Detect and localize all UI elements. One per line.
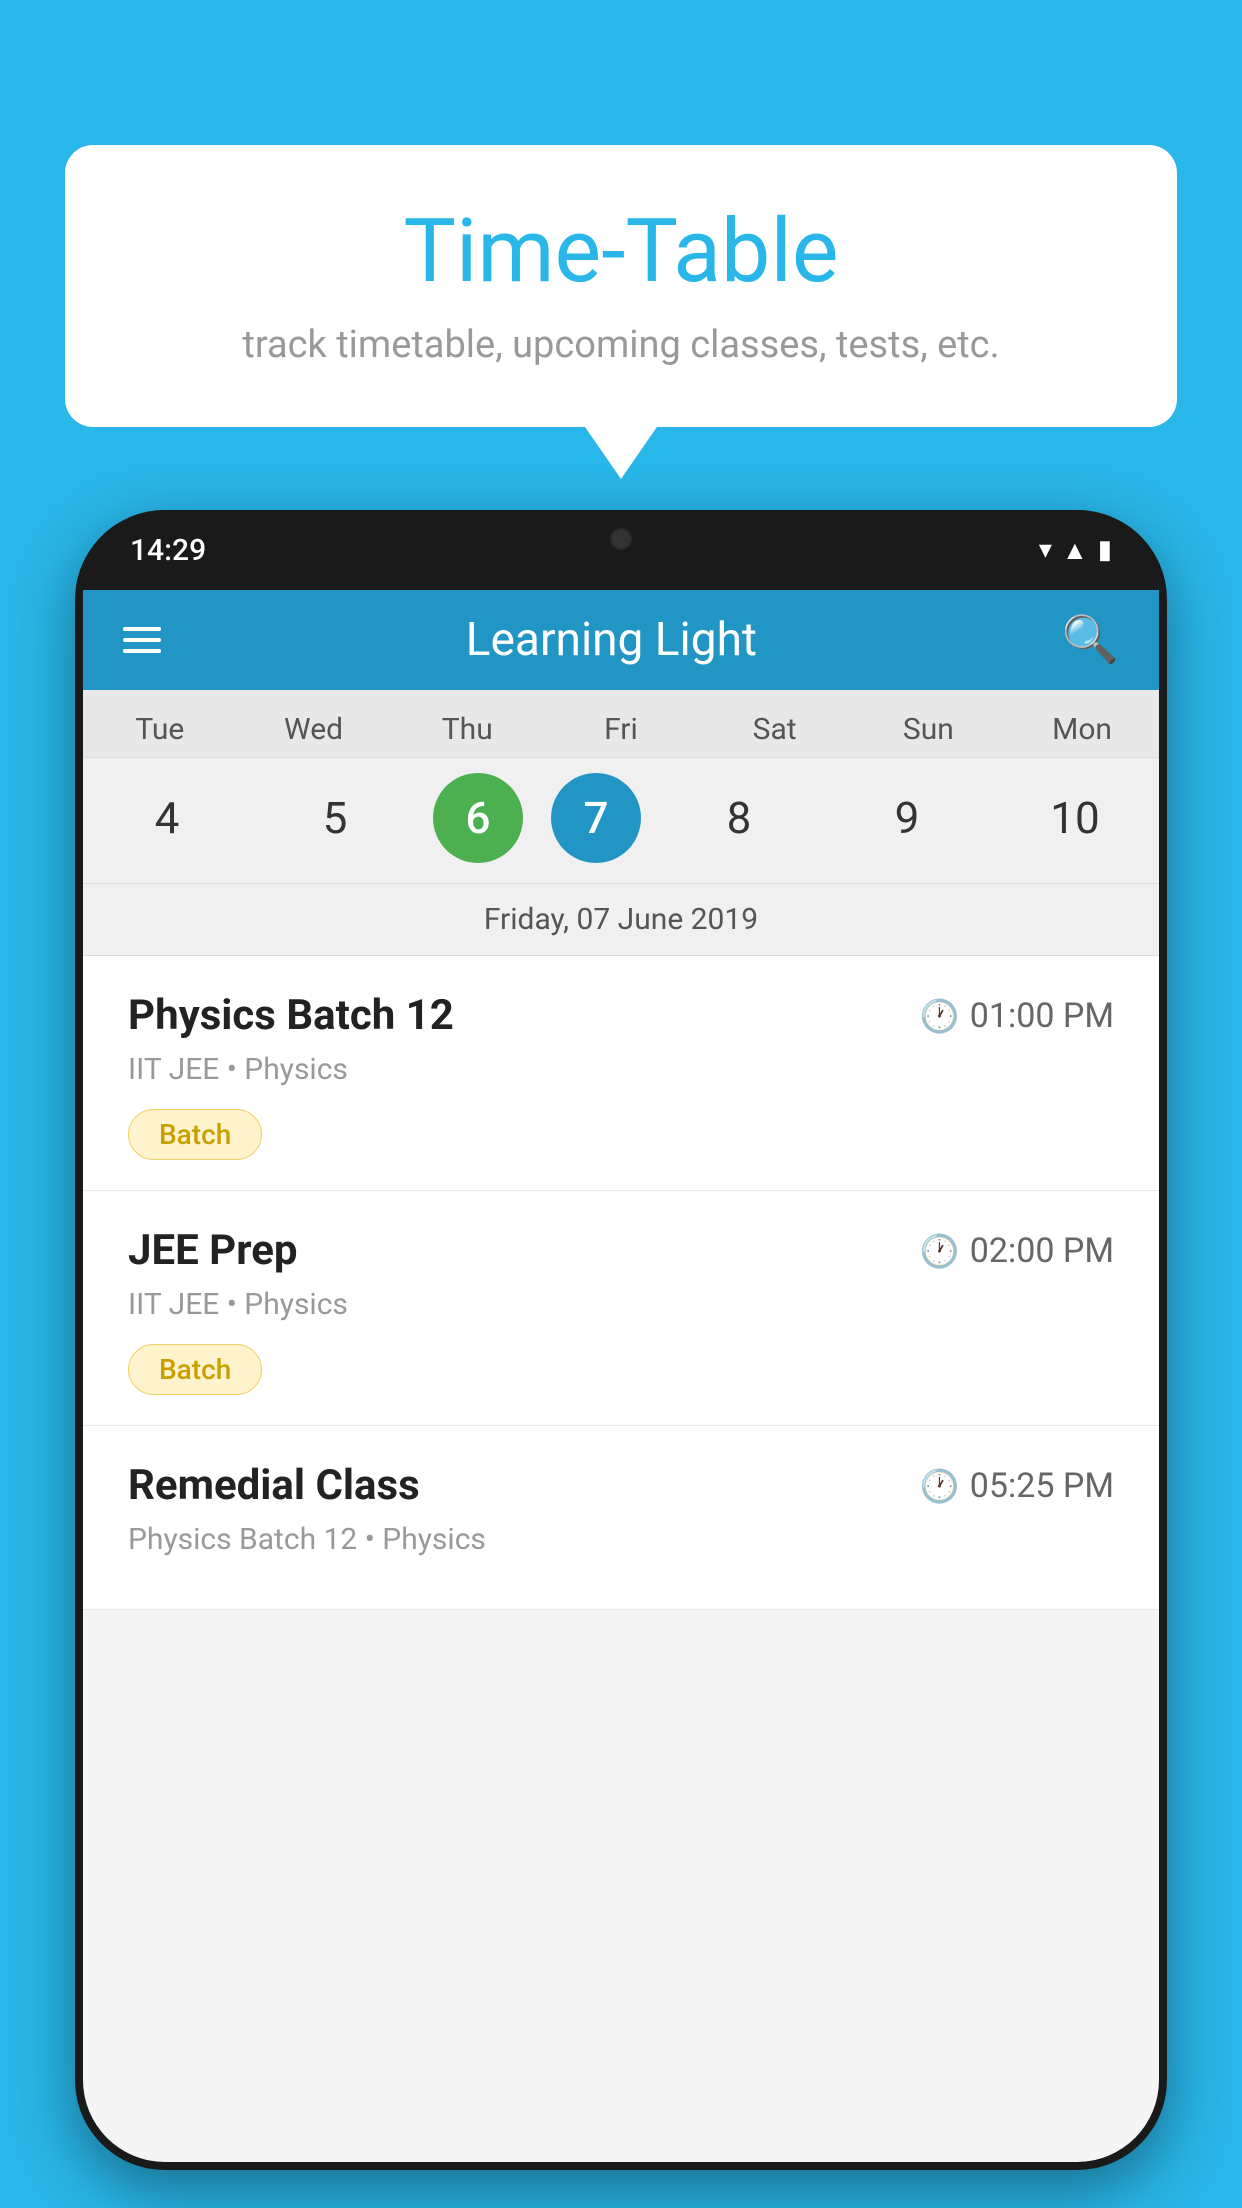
class-details-3: Physics Batch 12 • Physics — [128, 1522, 1114, 1557]
speech-bubble-container: Time-Table track timetable, upcoming cla… — [65, 145, 1177, 427]
speech-bubble: Time-Table track timetable, upcoming cla… — [65, 145, 1177, 427]
class-time-3: 🕐 05:25 PM — [920, 1466, 1114, 1506]
class-time-1: 🕐 01:00 PM — [920, 996, 1114, 1036]
class-time-text-1: 01:00 PM — [970, 996, 1114, 1036]
calendar-dates: 4 5 6 7 8 9 10 — [83, 758, 1159, 884]
phone-wrapper: 14:29 ▾ ▲ ▮ Learning Light 🔍 — [75, 510, 1167, 2208]
status-time: 14:29 — [130, 533, 206, 568]
hamburger-line-1 — [123, 627, 161, 631]
day-name-sat: Sat — [705, 712, 845, 747]
bubble-subtitle: track timetable, upcoming classes, tests… — [125, 323, 1117, 367]
search-icon[interactable]: 🔍 — [1062, 613, 1119, 667]
class-time-2: 🕐 02:00 PM — [920, 1231, 1114, 1271]
hamburger-line-2 — [123, 638, 161, 642]
class-card-1-header: Physics Batch 12 🕐 01:00 PM — [128, 991, 1114, 1040]
class-time-text-3: 05:25 PM — [970, 1466, 1114, 1506]
classes-list: Physics Batch 12 🕐 01:00 PM IIT JEE • Ph… — [83, 956, 1159, 1610]
class-card-2[interactable]: JEE Prep 🕐 02:00 PM IIT JEE • Physics Ba… — [83, 1191, 1159, 1426]
calendar-day-4[interactable]: 4 — [97, 773, 237, 863]
class-card-2-header: JEE Prep 🕐 02:00 PM — [128, 1226, 1114, 1275]
class-time-text-2: 02:00 PM — [970, 1231, 1114, 1271]
status-bar: 14:29 ▾ ▲ ▮ — [75, 510, 1167, 590]
day-name-fri: Fri — [551, 712, 691, 747]
day-name-sun: Sun — [858, 712, 998, 747]
class-card-3[interactable]: Remedial Class 🕐 05:25 PM Physics Batch … — [83, 1426, 1159, 1610]
phone-frame: 14:29 ▾ ▲ ▮ Learning Light 🔍 — [75, 510, 1167, 2170]
class-card-3-header: Remedial Class 🕐 05:25 PM — [128, 1461, 1114, 1510]
calendar-day-7-selected[interactable]: 7 — [551, 773, 641, 863]
signal-icon: ▲ — [1062, 535, 1088, 566]
wifi-icon: ▾ — [1039, 535, 1052, 565]
app-title: Learning Light — [466, 613, 757, 667]
hamburger-menu-icon[interactable] — [123, 627, 161, 653]
day-name-wed: Wed — [244, 712, 384, 747]
camera — [610, 528, 632, 550]
phone-notch — [556, 520, 686, 558]
calendar-day-names: Tue Wed Thu Fri Sat Sun Mon — [83, 690, 1159, 758]
class-name-3: Remedial Class — [128, 1461, 420, 1510]
calendar-day-9[interactable]: 9 — [837, 773, 977, 863]
day-name-mon: Mon — [1012, 712, 1152, 747]
calendar-day-8[interactable]: 8 — [669, 773, 809, 863]
class-card-1[interactable]: Physics Batch 12 🕐 01:00 PM IIT JEE • Ph… — [83, 956, 1159, 1191]
class-details-1: IIT JEE • Physics — [128, 1052, 1114, 1087]
bubble-title: Time-Table — [125, 200, 1117, 303]
app-header: Learning Light 🔍 — [83, 590, 1159, 690]
phone-screen: Learning Light 🔍 Tue Wed Thu Fri Sat Sun… — [83, 590, 1159, 2162]
batch-badge-2: Batch — [128, 1344, 262, 1395]
day-name-thu: Thu — [397, 712, 537, 747]
status-icons: ▾ ▲ ▮ — [1039, 535, 1112, 566]
battery-icon: ▮ — [1098, 535, 1112, 565]
day-name-tue: Tue — [90, 712, 230, 747]
class-name-2: JEE Prep — [128, 1226, 298, 1275]
batch-badge-1: Batch — [128, 1109, 262, 1160]
class-name-1: Physics Batch 12 — [128, 991, 454, 1040]
class-details-2: IIT JEE • Physics — [128, 1287, 1114, 1322]
calendar-day-5[interactable]: 5 — [265, 773, 405, 863]
calendar-day-6-today[interactable]: 6 — [433, 773, 523, 863]
calendar-day-10[interactable]: 10 — [1005, 773, 1145, 863]
selected-date-label: Friday, 07 June 2019 — [83, 884, 1159, 956]
clock-icon-1: 🕐 — [920, 997, 960, 1035]
clock-icon-3: 🕐 — [920, 1467, 960, 1505]
clock-icon-2: 🕐 — [920, 1232, 960, 1270]
hamburger-line-3 — [123, 649, 161, 653]
